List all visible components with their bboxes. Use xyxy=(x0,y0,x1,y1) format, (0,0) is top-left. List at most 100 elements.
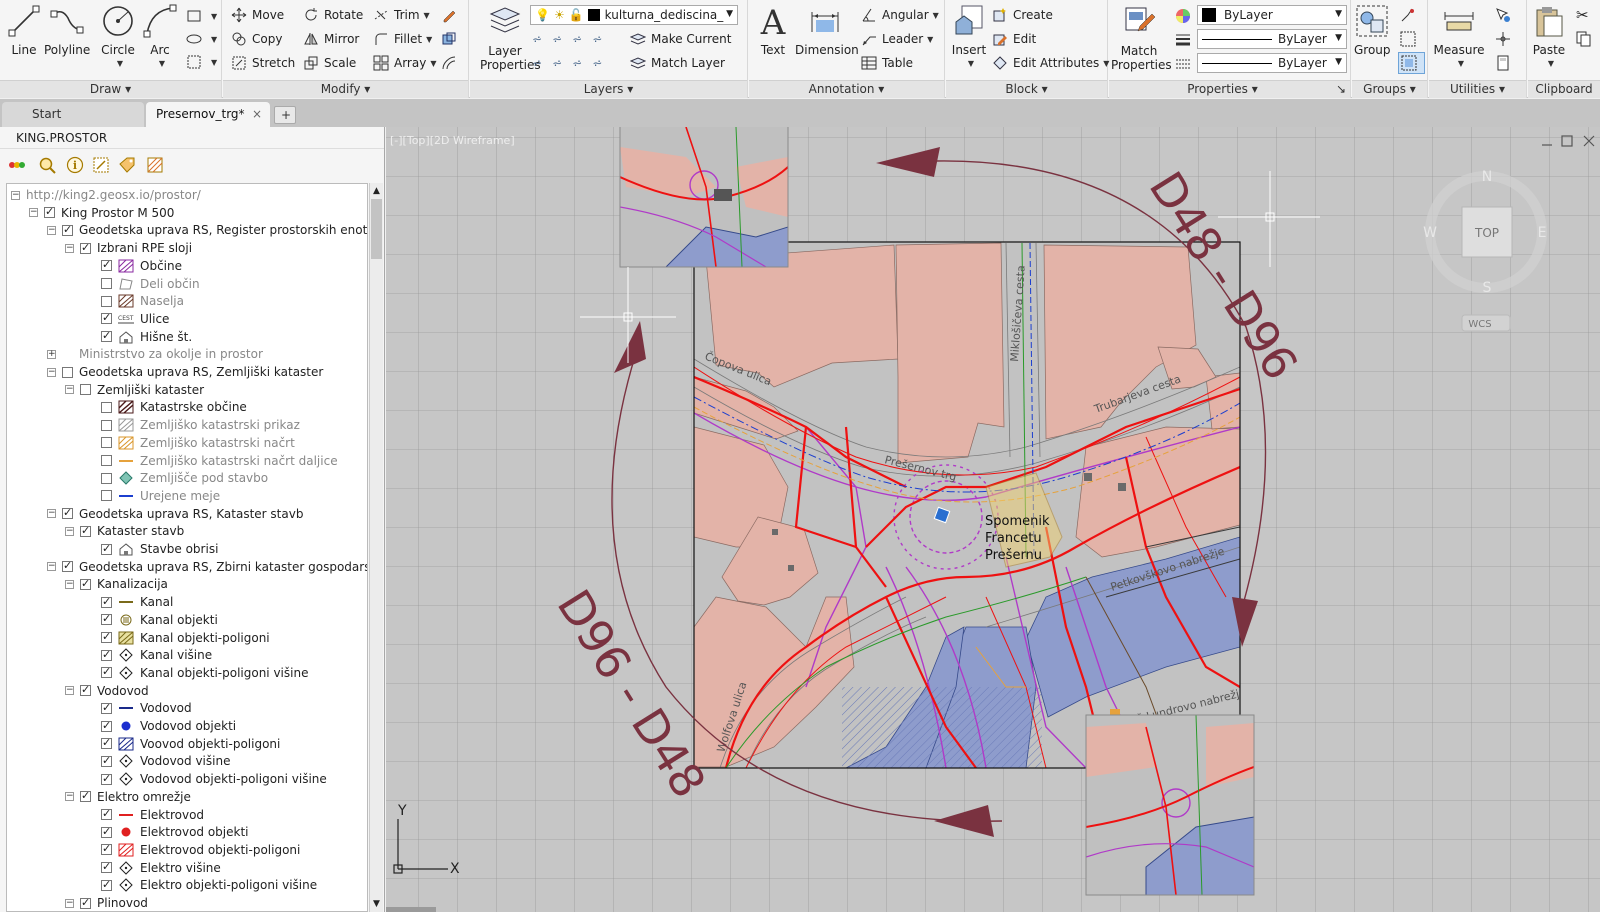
viewport-controls-label[interactable]: [-][Top][2D Wireframe] xyxy=(390,134,515,147)
layer-checkbox[interactable] xyxy=(80,241,91,254)
scroll-thumb[interactable] xyxy=(371,199,382,259)
chevron-down-icon[interactable]: ▼ xyxy=(927,35,933,44)
layer-checkbox[interactable] xyxy=(80,789,91,803)
tree-row[interactable]: − Geodetska uprava RS, Zbirni kataster go… xyxy=(47,558,367,576)
layer-checkbox[interactable] xyxy=(101,719,112,732)
chevron-down-icon[interactable]: ▼ xyxy=(424,11,430,20)
chevron-down-icon[interactable]: ▼ xyxy=(1335,9,1342,19)
circle-button[interactable]: Circle ▼ xyxy=(98,4,138,70)
layer-checkbox[interactable] xyxy=(101,630,112,643)
layer-checkbox[interactable] xyxy=(101,842,112,856)
rectangle-button[interactable]: ▼ xyxy=(186,5,217,27)
angular-button[interactable]: Angular ▼ xyxy=(861,4,939,26)
arc-button[interactable]: Arc ▼ xyxy=(142,4,178,70)
chevron-down-icon[interactable]: ▼ xyxy=(430,59,436,68)
tree-expander-icon[interactable]: − xyxy=(47,225,56,235)
edit-attributes-button[interactable]: Edit Attributes ▼ xyxy=(992,52,1109,74)
color-select[interactable]: ByLayer ▼ xyxy=(1197,5,1347,25)
layer-checkbox[interactable] xyxy=(62,366,73,378)
select-area-icon[interactable] xyxy=(92,156,110,174)
layer-checkbox[interactable] xyxy=(80,896,91,909)
layer-off-icon[interactable]: ⩫ xyxy=(532,32,542,46)
layer-checkbox[interactable] xyxy=(101,860,112,874)
utilities-panel-title[interactable]: Utilities ▾ xyxy=(1429,80,1526,98)
match-properties-button[interactable]: Match Properties xyxy=(1111,4,1172,72)
polyline-button[interactable]: Polyline xyxy=(44,4,90,57)
layer-style-icon[interactable] xyxy=(146,156,164,174)
zoom-icon[interactable] xyxy=(38,156,56,174)
measure-button[interactable]: Measure ▼ xyxy=(1431,4,1487,70)
layer-checkbox[interactable] xyxy=(101,807,112,820)
dialog-launcher-icon[interactable]: ↘ xyxy=(1336,81,1346,98)
tree-row[interactable]: Urejene meje xyxy=(101,487,220,505)
current-layer-select[interactable]: 💡 ☀ 🔓 kulturna_dediscina_ ▼ xyxy=(530,5,738,25)
tree-row[interactable]: Hišne št. xyxy=(101,328,192,346)
layer-color-swatch[interactable] xyxy=(587,9,600,21)
hatch-button[interactable]: ▼ xyxy=(186,28,217,50)
tree-expander-icon[interactable]: − xyxy=(65,898,74,908)
layer-checkbox[interactable] xyxy=(62,506,73,520)
tree-row[interactable]: Vodovod xyxy=(101,699,192,717)
tree-expander-icon[interactable]: − xyxy=(65,792,74,802)
tree-row[interactable]: Kanal objekti-poligoni xyxy=(101,629,270,647)
close-icon[interactable]: × xyxy=(252,102,262,127)
clipboard-panel-title[interactable]: Clipboard xyxy=(1528,80,1600,98)
array-button[interactable]: Array ▼ xyxy=(373,52,436,74)
tree-row[interactable]: − Vodovod xyxy=(65,682,149,700)
trim-button[interactable]: Trim ▼ xyxy=(373,4,430,26)
chevron-down-icon[interactable]: ▼ xyxy=(146,57,178,70)
layer-checkbox[interactable] xyxy=(80,384,91,396)
table-button[interactable]: Table xyxy=(861,52,913,74)
group-edit-button[interactable] xyxy=(1400,28,1421,50)
tree-row[interactable]: Naselja xyxy=(101,292,184,310)
map-drawing[interactable]: Čopova ulica Miklošičeva cesta Trubarjev… xyxy=(694,242,1247,777)
line-button[interactable]: Line xyxy=(6,4,42,57)
tree-row[interactable]: Kanal xyxy=(101,593,173,611)
tree-expander-icon[interactable]: − xyxy=(47,509,56,519)
layer-checkbox[interactable] xyxy=(101,437,112,449)
tree-row[interactable]: Občine xyxy=(101,257,182,275)
tree-row[interactable]: Stavbe obrisi xyxy=(101,540,218,558)
copy-button[interactable]: Copy xyxy=(231,28,282,50)
scroll-up-button[interactable]: ▲ xyxy=(370,183,383,199)
tree-row[interactable]: − Geodetska uprava RS, Kataster stavb xyxy=(47,505,303,523)
tree-scrollbar[interactable]: ▲ ▼ xyxy=(369,183,383,912)
tree-row[interactable]: − King Prostor M 500 xyxy=(29,204,174,222)
block-panel-title[interactable]: Block ▾ xyxy=(946,80,1107,98)
tree-row[interactable]: CEST Ulice xyxy=(101,310,169,328)
cut-button[interactable]: ✂ xyxy=(1576,4,1589,26)
modify-panel-title[interactable]: Modify ▾ xyxy=(223,80,468,98)
chevron-down-icon[interactable]: ▼ xyxy=(426,35,432,44)
paste-button[interactable]: Paste ▼ xyxy=(1530,4,1568,70)
layer-merge-icon[interactable]: ⩫ xyxy=(552,56,562,70)
quick-select-button[interactable] xyxy=(1495,4,1516,26)
tree-row[interactable]: Vodovod višine xyxy=(101,752,230,770)
layer-properties-button[interactable]: Layer Properties xyxy=(480,4,541,72)
layer-checkbox[interactable] xyxy=(101,419,112,431)
tree-expander-icon[interactable]: − xyxy=(65,385,74,395)
chevron-down-icon[interactable]: ▼ xyxy=(211,35,217,44)
move-button[interactable]: Move xyxy=(231,4,284,26)
layer-previous-icon[interactable]: ⩫ xyxy=(572,56,582,70)
tree-expander-icon[interactable]: − xyxy=(11,190,20,200)
chevron-down-icon[interactable]: ▼ xyxy=(102,57,138,70)
layer-checkbox[interactable] xyxy=(80,524,91,537)
tree-row[interactable]: − Kanalizacija xyxy=(65,575,168,593)
chevron-down-icon[interactable]: ▼ xyxy=(1435,57,1487,70)
tree-row[interactable]: Elektrovod objekti-poligoni xyxy=(101,841,300,859)
layer-freeze-icon[interactable]: ⩫ xyxy=(572,32,582,46)
tree-expander-icon[interactable]: − xyxy=(65,243,74,253)
layer-checkbox[interactable] xyxy=(80,683,91,697)
id-point-button[interactable] xyxy=(1495,28,1516,50)
layer-checkbox[interactable] xyxy=(62,559,73,573)
insert-button[interactable]: Insert ▼ xyxy=(950,4,988,70)
tree-row[interactable]: Voovod objekti-poligoni xyxy=(101,735,280,753)
ungroup-button[interactable] xyxy=(1400,4,1421,26)
tab-presernov-trg[interactable]: Presernov_trg* × xyxy=(146,102,270,127)
layer-checkbox[interactable] xyxy=(101,595,112,608)
annotation-panel-title[interactable]: Annotation ▾ xyxy=(749,80,944,98)
make-current-button[interactable]: Make Current xyxy=(630,28,732,50)
tree-row[interactable]: − Kataster stavb xyxy=(65,522,184,540)
stretch-button[interactable]: Stretch xyxy=(231,52,295,74)
tree-row[interactable]: Zemljiško katastrski prikaz xyxy=(101,416,300,434)
